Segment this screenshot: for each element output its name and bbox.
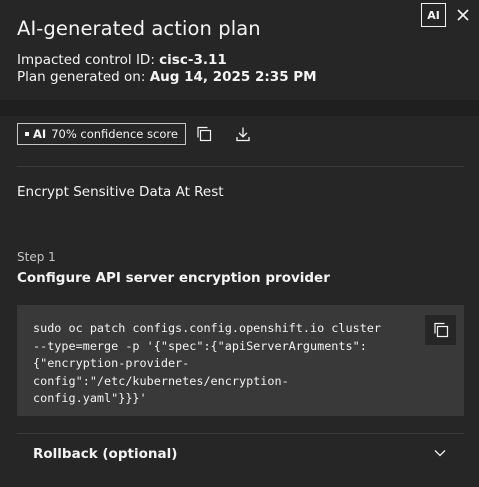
confidence-score-badge: AI 70% confidence score	[17, 123, 186, 145]
impacted-control-id: Impacted control ID: cisc-3.11	[17, 52, 227, 68]
download-plan-button[interactable]	[233, 124, 253, 144]
step-label: Step 1	[17, 250, 56, 264]
close-icon	[457, 9, 469, 21]
action-plan-panel: AI-generated action plan AI Impacted con…	[0, 0, 479, 487]
copy-plan-button[interactable]	[194, 124, 214, 144]
generated-label: Plan generated on:	[17, 69, 146, 85]
download-icon	[236, 127, 250, 142]
plan-generated-date: Plan generated on: Aug 14, 2025 2:35 PM	[17, 69, 317, 85]
plan-name: Encrypt Sensitive Data At Rest	[17, 184, 224, 200]
control-id-value: cisc-3.11	[159, 52, 227, 68]
badge-ai-label: AI	[33, 127, 47, 141]
header-divider	[0, 100, 479, 116]
rollback-accordion[interactable]: Rollback (optional)	[17, 433, 464, 473]
close-button[interactable]	[452, 4, 474, 26]
code-snippet: sudo oc patch configs.config.openshift.i…	[17, 305, 464, 416]
section-divider	[17, 166, 464, 167]
badge-dot-icon	[25, 132, 29, 136]
copy-code-button[interactable]	[425, 315, 456, 345]
panel-title: AI-generated action plan	[17, 17, 261, 40]
ai-label-tag[interactable]: AI	[421, 3, 446, 27]
generated-value: Aug 14, 2025 2:35 PM	[149, 69, 317, 85]
code-text[interactable]: sudo oc patch configs.config.openshift.i…	[33, 320, 413, 408]
copy-icon	[197, 126, 212, 142]
rollback-label: Rollback (optional)	[33, 446, 178, 462]
step-title: Configure API server encryption provider	[17, 270, 330, 286]
chevron-down-icon	[434, 450, 446, 457]
copy-icon	[433, 322, 448, 338]
control-id-label: Impacted control ID:	[17, 52, 155, 68]
confidence-score-text: 70% confidence score	[51, 127, 178, 141]
